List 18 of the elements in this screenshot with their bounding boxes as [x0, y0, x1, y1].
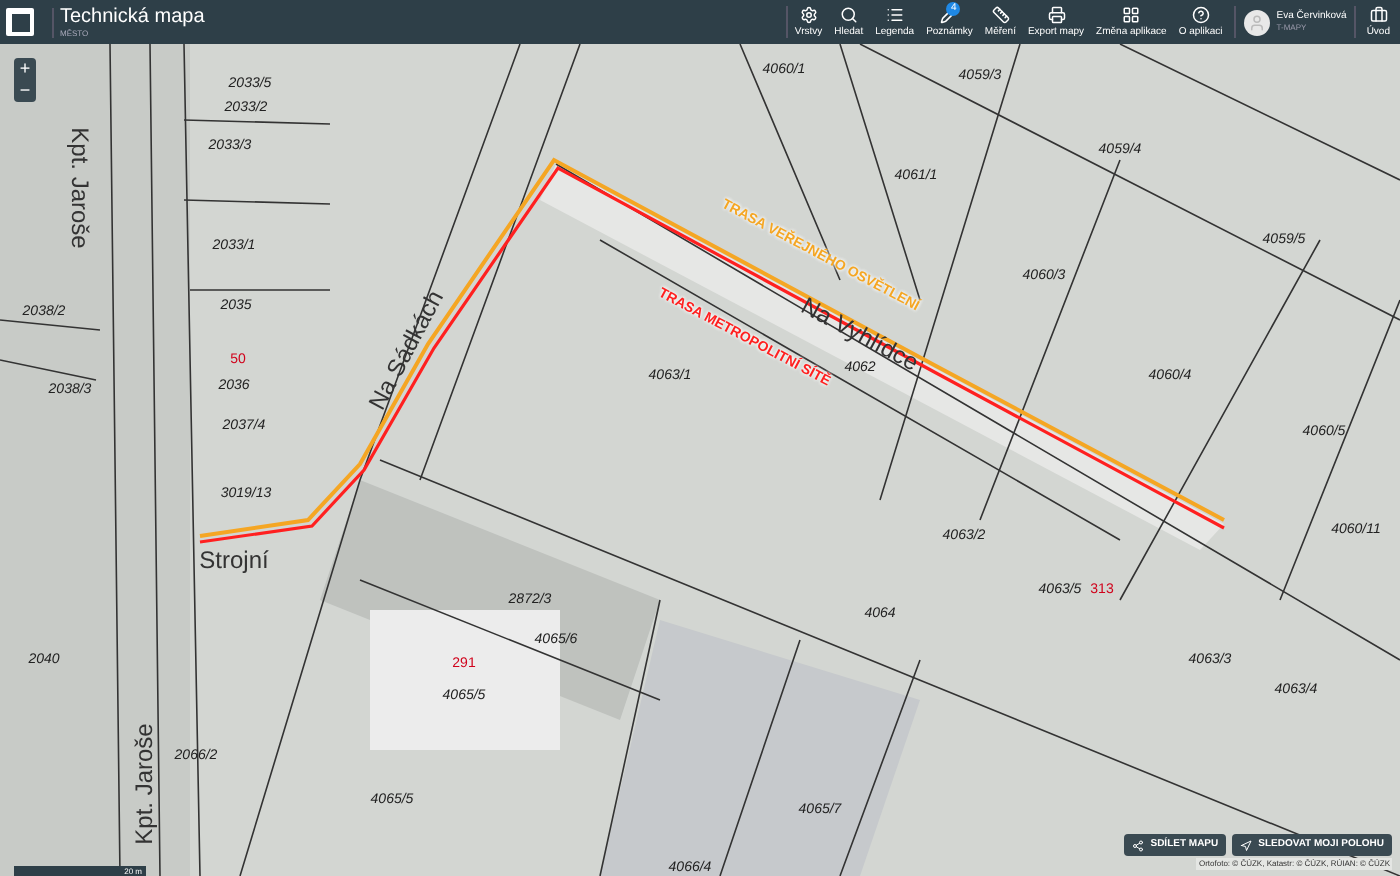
street-label: Strojní	[199, 548, 269, 572]
location-icon	[1240, 839, 1253, 851]
share-icon	[1132, 839, 1145, 851]
gear-icon	[799, 6, 818, 24]
avatar-icon	[1244, 9, 1271, 35]
list-icon	[885, 6, 904, 24]
grid-icon	[1122, 6, 1141, 24]
zoom-in-button[interactable]: +	[14, 58, 36, 80]
logo-icon	[6, 8, 34, 36]
street-label: Kpt. Jaroše	[68, 127, 92, 249]
printer-icon	[1047, 6, 1065, 24]
app-title: Technická mapa	[60, 7, 205, 27]
briefcase-icon	[1369, 6, 1388, 24]
street-label: Kpt. Jaroše	[132, 723, 156, 845]
ruler-icon	[991, 6, 1010, 24]
help-icon	[1191, 6, 1210, 24]
zoom-out-button[interactable]: −	[14, 80, 36, 102]
search-icon	[839, 6, 858, 24]
